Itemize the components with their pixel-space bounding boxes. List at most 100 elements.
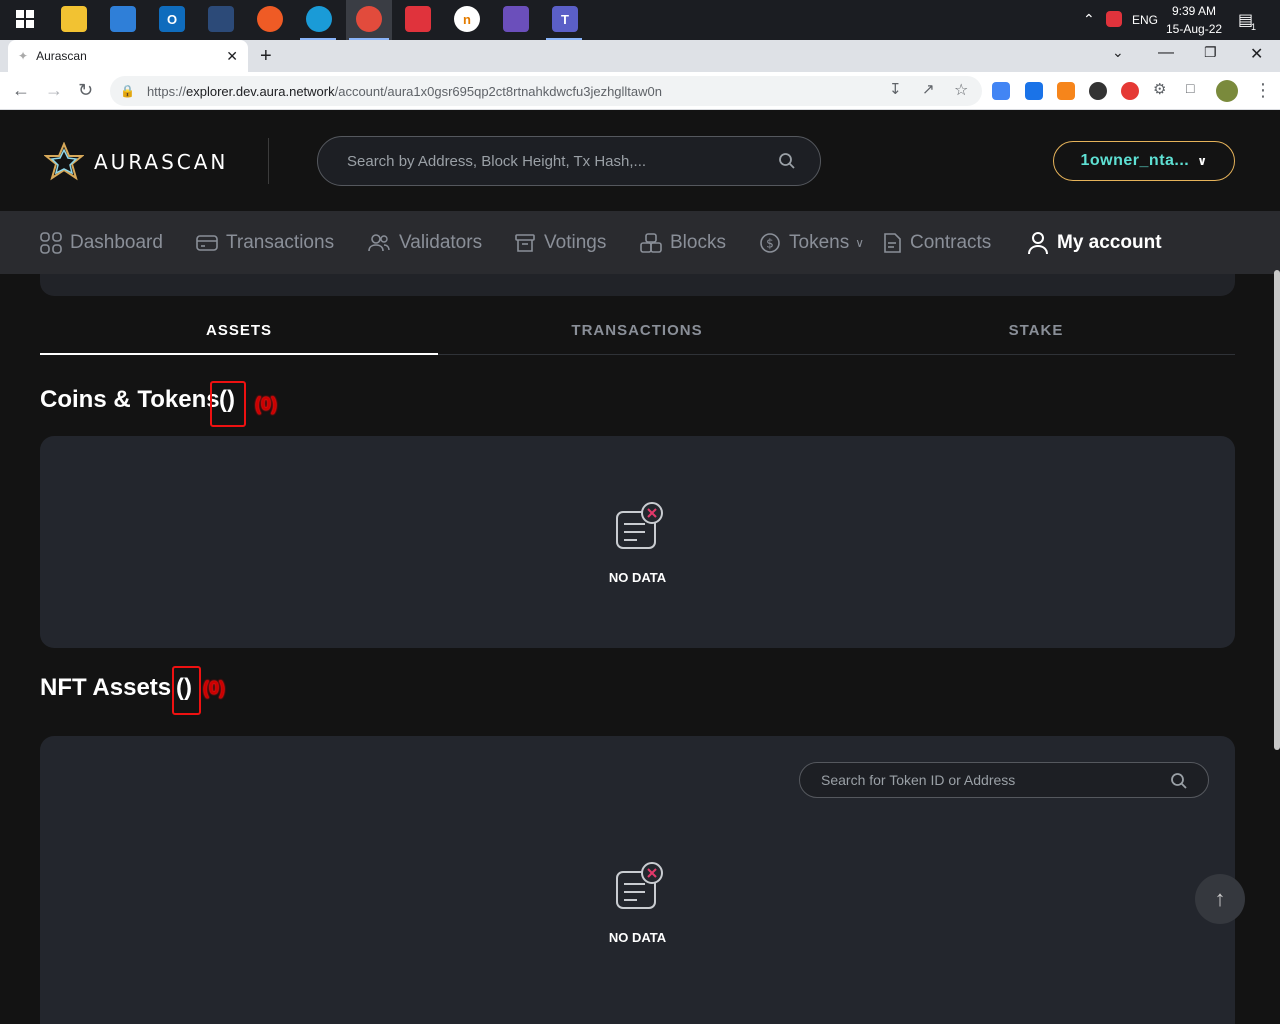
arrow-up-icon: ↑ [1214,886,1226,911]
contracts-icon [884,232,901,253]
address-bar[interactable]: 🔒 https://explorer.dev.aura.network/acco… [110,76,982,106]
install-icon[interactable]: ↧ [889,80,902,98]
no-data-icon [616,862,663,909]
transactions-icon [196,234,218,251]
color-extension-icon[interactable] [1089,82,1107,100]
tab-stake[interactable]: STAKE [837,317,1235,355]
edge-icon[interactable] [306,6,332,32]
nav-my-account[interactable]: My account [1027,211,1162,274]
nft-search[interactable] [799,762,1209,798]
nav-contracts-label: Contracts [910,231,992,253]
coins-no-data-text: NO DATA [608,570,667,585]
file-explorer-icon[interactable] [61,6,87,32]
unikey-icon[interactable]: n [454,6,480,32]
nav-votings-label: Votings [544,231,607,253]
annotation-mark: (0) [203,678,225,698]
windows-start-icon[interactable] [12,6,38,32]
svg-text:$: $ [766,236,774,250]
votings-icon [515,233,535,252]
new-tab-icon[interactable]: + [260,45,272,68]
tab-transactions[interactable]: TRANSACTIONS [438,317,836,355]
logo-text: AURASCAN [94,150,229,174]
annotation-mark: (0) [255,394,277,414]
nav-dashboard[interactable]: Dashboard [40,211,163,274]
nft-search-input[interactable] [800,763,1140,797]
close-window-icon[interactable]: ✕ [1250,44,1263,64]
clock-time[interactable]: 9:39 AM [1172,4,1216,18]
outlook-icon[interactable]: O [159,6,185,32]
chrome-menu-icon[interactable]: ⋮ [1254,80,1272,101]
tab-close-icon[interactable]: ✕ [226,48,238,65]
profile-avatar-icon[interactable] [1216,80,1238,102]
browser-tabstrip: ✦ Aurascan ✕ + ⌄ — ❐ ✕ [0,40,1280,72]
nav-tokens-label: Tokens [789,231,850,253]
extensions-icon[interactable]: ⚙ [1153,80,1166,98]
browser-toolbar: ← → ↻ 🔒 https://explorer.dev.aura.networ… [0,72,1280,110]
share-icon[interactable]: ↗ [922,80,935,98]
tokens-chevron-down-icon: ∨ [855,235,864,250]
user-icon [1028,231,1048,254]
nft-assets-panel: NO DATA [40,736,1235,1024]
teams-icon[interactable]: T [552,6,578,32]
nav-transactions-label: Transactions [226,231,335,253]
coins-tokens-panel: NO DATA [40,436,1235,648]
color-wheel-extension-icon[interactable] [1121,82,1139,100]
nav-my-account-label: My account [1057,231,1162,253]
main-navbar: Dashboard Transactions Validators Voting… [0,211,1280,274]
postman-icon[interactable] [257,6,283,32]
chevron-down-icon: ∨ [1197,154,1208,168]
nft-no-data-text: NO DATA [608,930,667,945]
nav-blocks[interactable]: Blocks [640,211,726,274]
lock-icon: 🔒 [120,84,135,98]
nav-tokens[interactable]: $ Tokens ∨ [759,211,864,274]
nav-blocks-label: Blocks [670,231,726,253]
browser-tab[interactable]: ✦ Aurascan ✕ [8,40,248,72]
restore-icon[interactable]: ❐ [1204,44,1217,61]
nav-contracts[interactable]: Contracts [882,211,991,274]
global-search-input[interactable] [318,137,738,185]
reload-icon[interactable]: ↻ [78,80,93,101]
nav-validators-label: Validators [399,231,483,253]
tab-title: Aurascan [36,49,87,63]
language-indicator[interactable]: ENG [1132,13,1158,27]
page-scrollbar[interactable] [1274,270,1280,750]
nav-dashboard-label: Dashboard [70,231,163,253]
header-divider [268,138,269,184]
side-panel-icon[interactable]: □ [1186,80,1194,96]
nav-votings[interactable]: Votings [514,211,606,274]
global-search[interactable] [317,136,821,186]
pocket-icon[interactable] [405,6,431,32]
back-icon[interactable]: ← [12,80,30,101]
url-text: https://explorer.dev.aura.network/accoun… [146,83,662,99]
tray-chevron-icon[interactable]: ⌃ [1083,11,1095,28]
k-extension-icon[interactable] [1025,82,1043,100]
annotation-box [172,666,201,715]
aurascan-favicon: ✦ [18,49,29,63]
tokens-icon: $ [760,232,780,253]
account-label: 1owner_nta... [1080,152,1190,169]
clock-date[interactable]: 15-Aug-22 [1166,22,1222,36]
translate-extension-icon[interactable] [992,82,1010,100]
bookmark-star-icon[interactable]: ☆ [954,80,968,100]
site-header: AURASCAN 1owner_nta... ∨ [0,110,1280,211]
aurascan-star-icon [44,142,84,181]
search-icon[interactable] [778,152,796,170]
metamask-extension-icon[interactable] [1057,82,1075,100]
minimize-icon[interactable]: — [1158,44,1174,62]
mail-icon[interactable] [110,6,136,32]
chrome-icon[interactable] [356,6,382,32]
tab-search-icon[interactable]: ⌄ [1112,44,1124,61]
account-button[interactable]: 1owner_nta... ∨ [1053,141,1235,181]
aurascan-logo[interactable]: AURASCAN [44,142,228,182]
nav-transactions[interactable]: Transactions [196,211,334,274]
tray-app-icon[interactable] [1106,11,1122,27]
account-summary-card-bottom [40,274,1235,296]
nft-search-icon[interactable] [1170,772,1188,790]
forward-icon[interactable]: → [45,80,63,101]
scroll-to-top-button[interactable]: ↑ [1195,874,1245,924]
tab-assets[interactable]: ASSETS [40,317,438,355]
ssms-icon[interactable] [208,6,234,32]
windows-taskbar: O n T ⌃ ENG 9:39 AM 15-Aug-22 ▤ 1 [0,0,1280,40]
nav-validators[interactable]: Validators [367,211,482,274]
git-icon[interactable] [503,6,529,32]
